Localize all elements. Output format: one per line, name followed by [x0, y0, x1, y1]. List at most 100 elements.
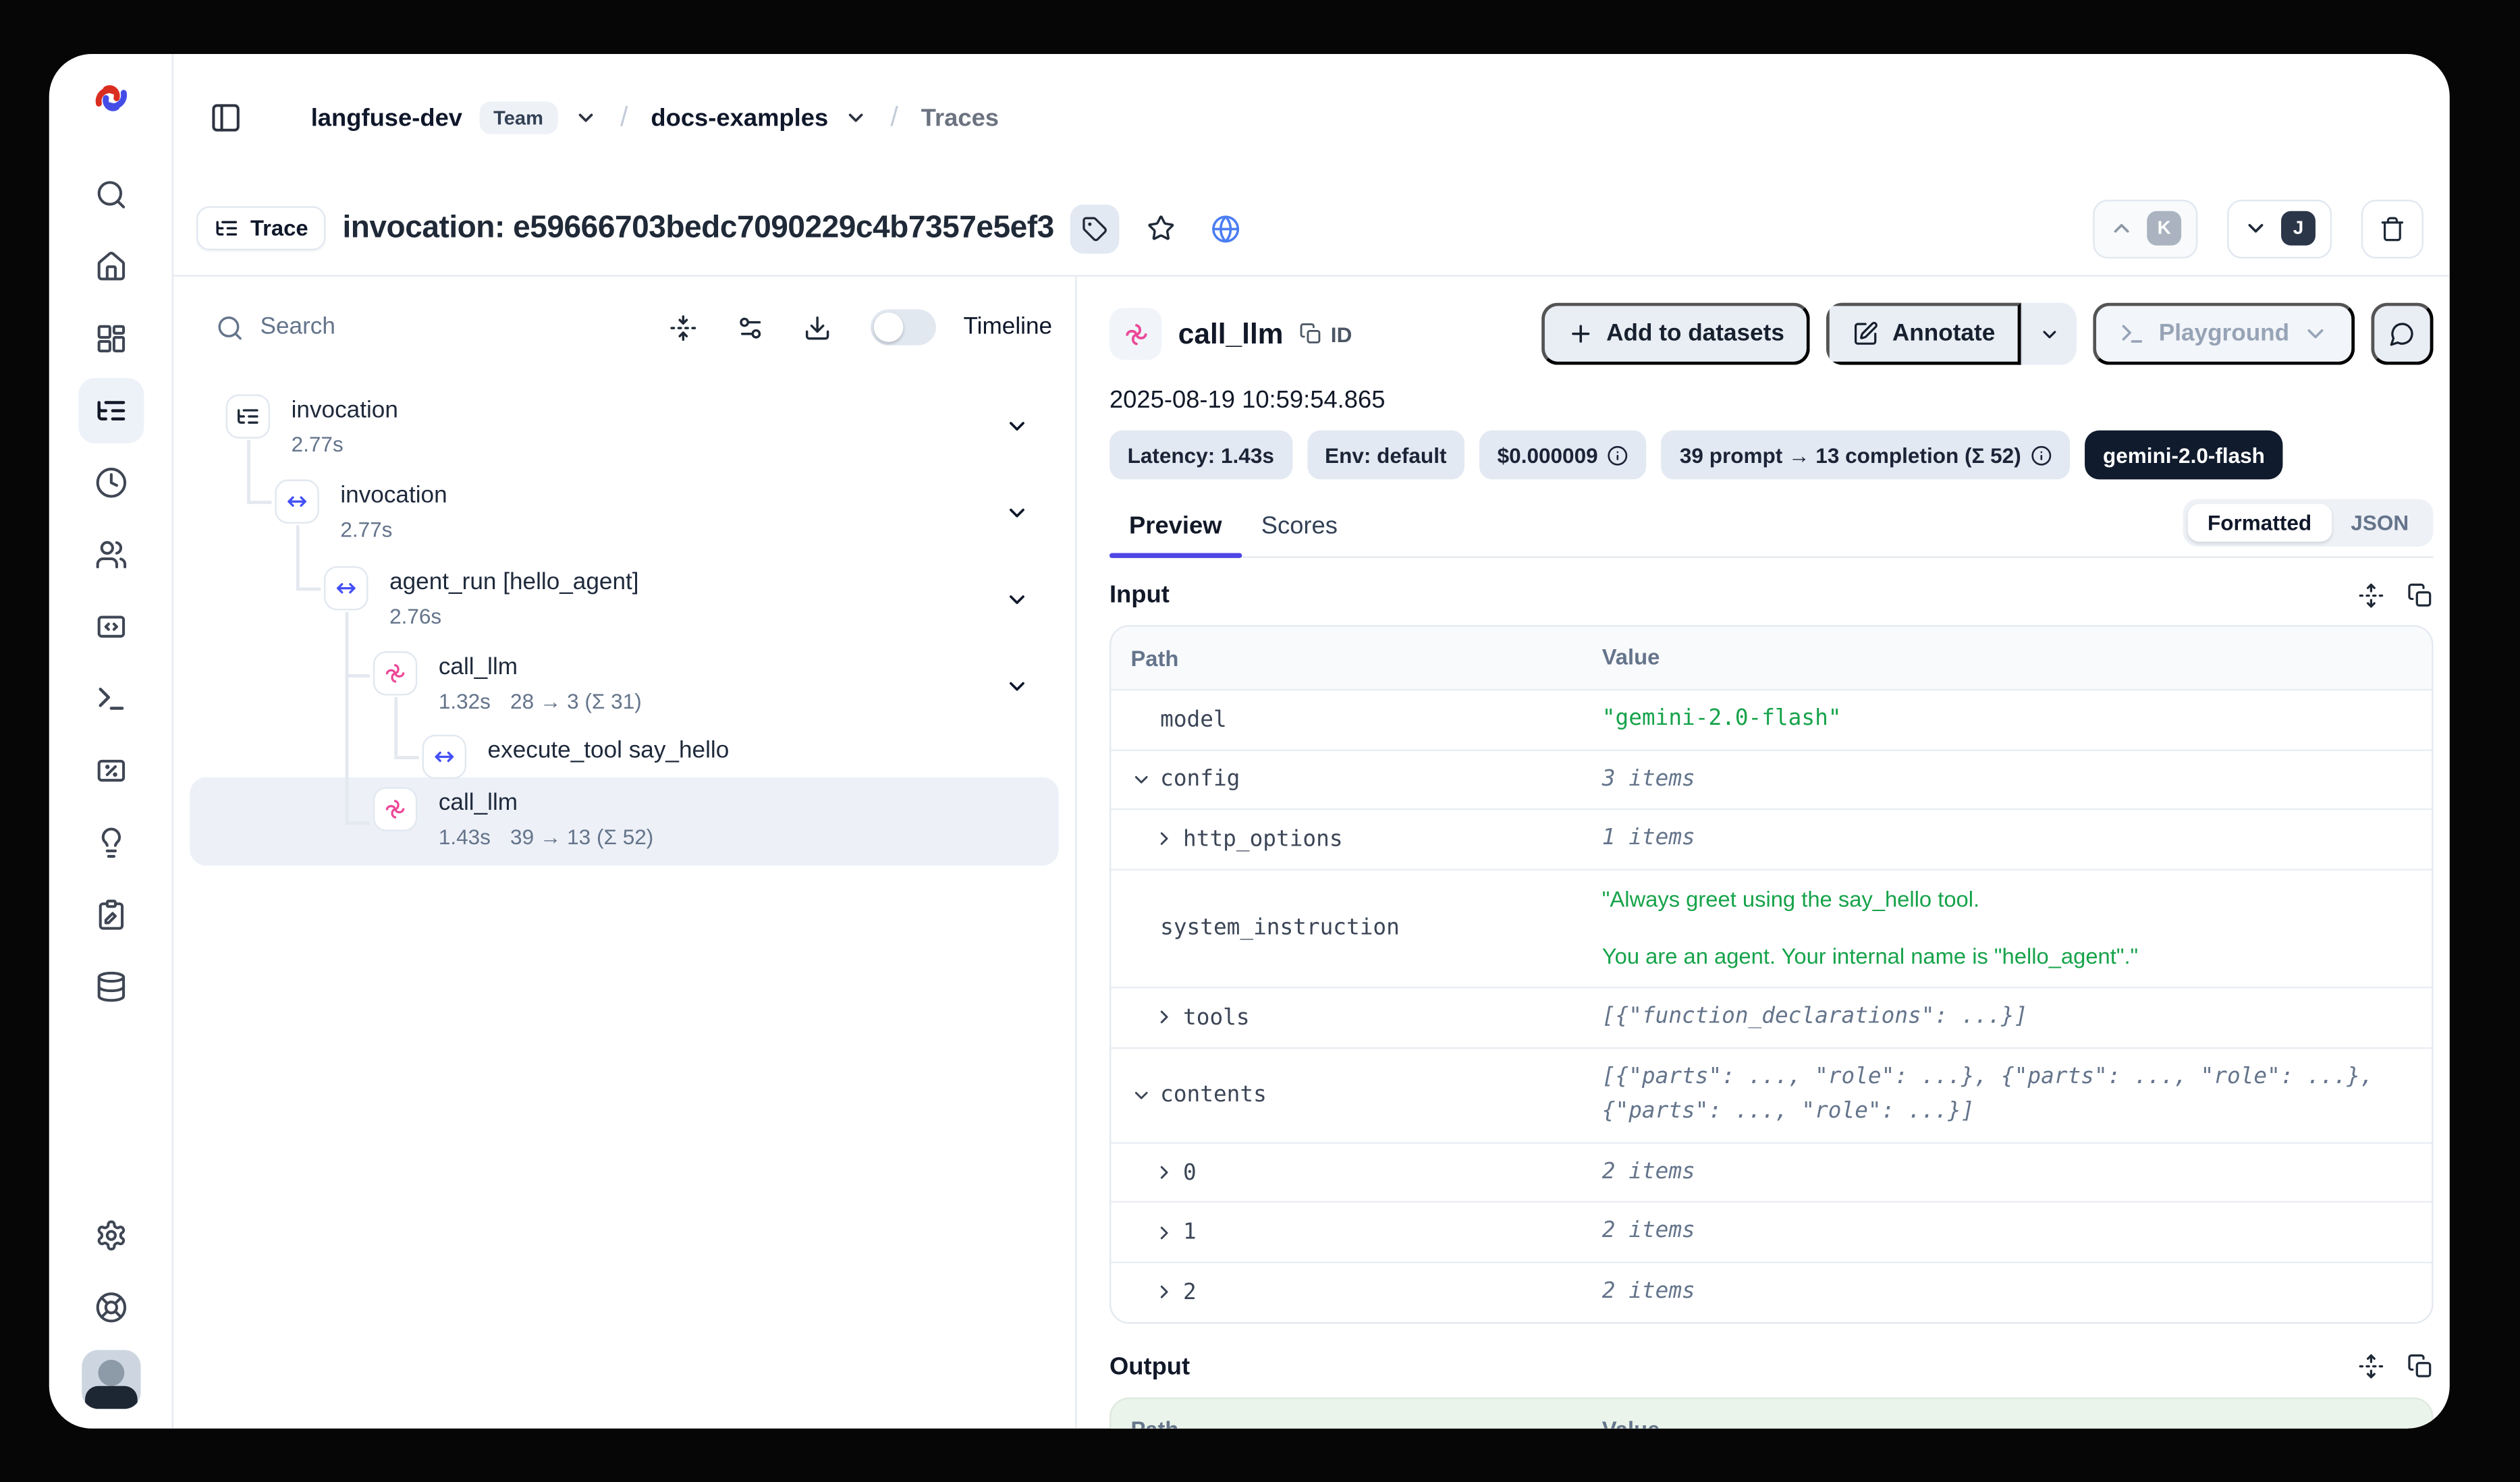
chevron-right-icon[interactable]	[1153, 1162, 1175, 1184]
path-value: [{"parts": ..., "role": ...}, {"parts": …	[1602, 1048, 2432, 1142]
col-value: Value	[1602, 1400, 2432, 1429]
prev-trace-button[interactable]: K	[2093, 199, 2197, 258]
tree-connector	[346, 821, 370, 824]
view-settings-icon[interactable]	[736, 313, 763, 341]
path-value: 1 items	[1602, 811, 2432, 869]
tokens-badge[interactable]: 39 prompt → 13 completion (Σ 52)	[1662, 431, 2070, 480]
tree-row-call-llm-1[interactable]: call_llm1.32s28 → 3 (Σ 31)	[373, 651, 642, 713]
chevron-down-icon[interactable]	[844, 107, 867, 130]
plus-icon	[1567, 321, 1593, 347]
rail-support-lifebuoy-icon[interactable]	[78, 1275, 143, 1340]
breadcrumb-section[interactable]: docs-examples	[651, 104, 828, 132]
format-json[interactable]: JSON	[2331, 504, 2428, 542]
collapse-all-icon[interactable]	[669, 313, 696, 341]
rail-traces-icon[interactable]	[78, 378, 143, 443]
cost-badge[interactable]: $0.000009	[1479, 431, 1647, 480]
tab-preview[interactable]: Preview	[1110, 502, 1242, 556]
copy-icon[interactable]	[2407, 1353, 2434, 1379]
rail-scores-percent-icon[interactable]	[78, 738, 143, 804]
user-avatar[interactable]	[81, 1350, 140, 1408]
breadcrumb-separator: /	[890, 101, 898, 134]
playground-button[interactable]: Playground	[2093, 303, 2355, 365]
trace-type-label: Trace	[250, 216, 308, 240]
star-icon[interactable]	[1136, 204, 1185, 253]
sidebar-toggle-icon[interactable]	[209, 101, 242, 134]
rail-prompts-file-code-icon[interactable]	[78, 594, 143, 659]
add-to-datasets-button[interactable]: Add to datasets	[1541, 303, 1811, 365]
table-header-row: Path Value	[1111, 627, 2432, 689]
model-badge[interactable]: gemini-2.0-flash	[2085, 431, 2282, 480]
rail-home-icon[interactable]	[78, 234, 143, 300]
delete-trace-button[interactable]	[2361, 199, 2423, 258]
copy-icon[interactable]	[2407, 582, 2434, 608]
rail-settings-gear-icon[interactable]	[78, 1203, 143, 1268]
span-tree: invocation2.77s invocation2.77s agen	[173, 378, 1075, 1429]
tree-row-execute-tool[interactable]: execute_tool say_hello	[422, 735, 730, 779]
timeline-toggle[interactable]	[870, 309, 935, 345]
annotate-dropdown-caret[interactable]	[2021, 303, 2077, 365]
chevron-down-icon[interactable]	[1130, 769, 1152, 790]
tab-scores[interactable]: Scores	[1242, 502, 1357, 556]
table-row-http-options: http_options 1 items	[1111, 808, 2432, 869]
rail-sessions-clock-icon[interactable]	[78, 450, 143, 516]
project-type-badge: Team	[478, 101, 558, 134]
add-to-datasets-label: Add to datasets	[1606, 321, 1784, 347]
table-row-model: model "gemini-2.0-flash"	[1111, 689, 2432, 749]
path-key: tools	[1183, 1004, 1250, 1031]
chevron-right-icon[interactable]	[1153, 1282, 1175, 1303]
trace-tree-icon	[226, 394, 270, 438]
tag-icon[interactable]	[1070, 204, 1120, 253]
main-column: langfuse-dev Team / docs-examples / Trac…	[173, 54, 2450, 1429]
globe-icon[interactable]	[1201, 204, 1251, 253]
rail-annotation-clipboard-icon[interactable]	[78, 882, 143, 948]
comments-button[interactable]	[2371, 303, 2433, 365]
chevron-down-icon[interactable]	[574, 107, 597, 130]
table-row-contents: contents [{"parts": ..., "role": ...}, {…	[1111, 1047, 2432, 1142]
chevron-down-icon[interactable]	[1005, 501, 1029, 525]
col-path: Path	[1111, 1406, 1601, 1429]
unfold-vertical-icon[interactable]	[2358, 582, 2384, 608]
tree-row-invocation[interactable]: invocation2.77s	[275, 479, 447, 541]
copy-id[interactable]: ID	[1300, 321, 1352, 346]
tree-row-invocation-root[interactable]: invocation2.77s	[226, 394, 398, 456]
unfold-vertical-icon[interactable]	[2358, 1353, 2384, 1379]
preview-scroll-area[interactable]: Input Path Value model	[1110, 558, 2434, 1429]
search-input[interactable]	[257, 312, 630, 342]
chevron-down-icon[interactable]	[1130, 1085, 1152, 1106]
screen: langfuse-dev Team / docs-examples / Trac…	[0, 0, 2520, 1482]
rail-search-icon[interactable]	[78, 162, 143, 227]
node-name: invocation	[292, 394, 398, 427]
col-path: Path	[1111, 634, 1601, 682]
col-value: Value	[1602, 629, 2432, 687]
breadcrumb-page[interactable]: Traces	[921, 104, 999, 132]
rail-playground-terminal-icon[interactable]	[78, 666, 143, 732]
path-value: "gemini-2.0-flash"	[1602, 690, 2432, 748]
path-value: 2 items	[1602, 1143, 2432, 1201]
chevron-down-icon[interactable]	[1005, 414, 1029, 438]
path-value: 3 items	[1602, 750, 2432, 808]
annotate-button[interactable]: Annotate	[1827, 303, 2021, 365]
tree-row-agent-run[interactable]: agent_run [hello_agent]2.76s	[324, 566, 638, 628]
rail-datasets-database-icon[interactable]	[78, 954, 143, 1020]
path-key: http_options	[1183, 826, 1343, 852]
path-key: model	[1160, 707, 1227, 733]
chevron-down-icon[interactable]	[1005, 674, 1029, 698]
breadcrumb-project[interactable]: langfuse-dev	[311, 104, 462, 132]
rail-evals-lightbulb-icon[interactable]	[78, 810, 143, 875]
rail-users-icon[interactable]	[78, 522, 143, 587]
node-name: call_llm	[439, 787, 653, 819]
node-name: agent_run [hello_agent]	[389, 566, 639, 599]
chevron-right-icon[interactable]	[1153, 829, 1175, 850]
format-formatted[interactable]: Formatted	[2188, 504, 2331, 542]
tree-row-call-llm-2-selected[interactable]: call_llm1.43s39 → 13 (Σ 52)	[373, 787, 653, 849]
rail-dashboard-icon[interactable]	[78, 306, 143, 371]
next-trace-button[interactable]: J	[2227, 199, 2332, 258]
annotate-split-button: Annotate	[1827, 303, 2077, 365]
table-row-system-instruction: system_instruction "Always greet using t…	[1111, 869, 2432, 987]
download-icon[interactable]	[803, 313, 831, 341]
chevron-down-icon[interactable]	[1005, 587, 1029, 611]
observation-title: call_llm	[1178, 317, 1284, 351]
chevron-right-icon[interactable]	[1153, 1222, 1175, 1243]
chevron-right-icon[interactable]	[1153, 1007, 1175, 1028]
path-key: contents	[1160, 1082, 1267, 1108]
